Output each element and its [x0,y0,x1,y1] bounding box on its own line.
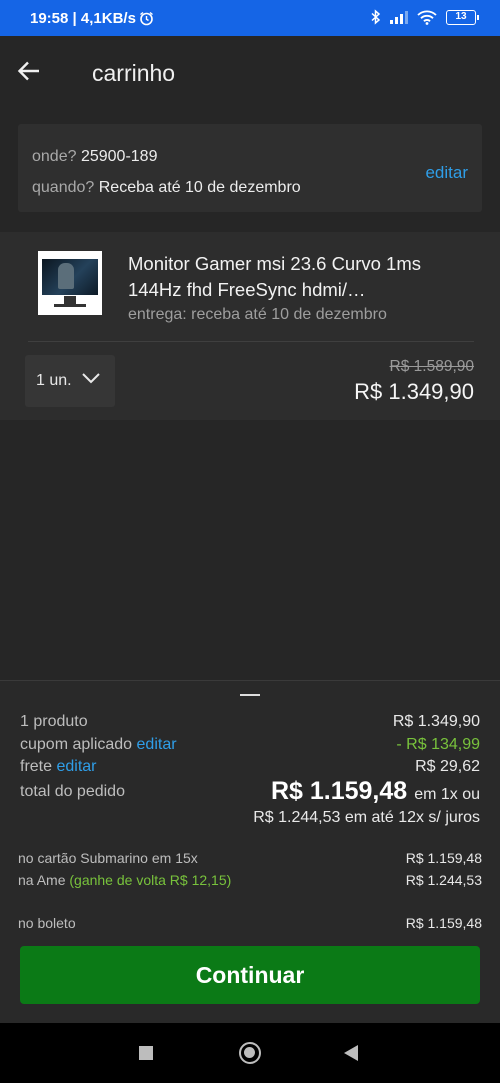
status-icons: 13 [371,9,479,25]
divider [28,341,474,342]
recents-icon[interactable] [139,1046,153,1060]
boleto-label: no boleto [18,915,76,931]
zipcode-line: onde? 25900-189 [32,148,157,166]
coupon-label: cupom aplicado [20,736,133,753]
system-nav-bar [0,1023,500,1083]
drag-handle[interactable] [240,694,260,696]
ame-value: R$ 1.244,53 [405,872,482,888]
back-icon[interactable] [344,1045,358,1061]
monitor-figure-graphic [58,263,74,289]
delivery-date-label: quando? [32,179,95,196]
ame-label: na Ame [18,872,66,888]
product-image[interactable] [38,251,102,315]
summary-coupon-row: cupom aplicado editar - R$ 134,99 [20,736,480,754]
total-line: R$ 1.159,48 em 1x ou [271,777,480,806]
product-delivery: entrega: receba até 10 de dezembro [128,306,387,323]
cart-item: Monitor Gamer msi 23.6 Curvo 1ms 144Hz f… [0,232,500,420]
status-time: 19:58 | 4,1KB/s [30,10,136,27]
battery-icon: 13 [446,9,479,25]
product-title[interactable]: Monitor Gamer msi 23.6 Curvo 1ms 144Hz f… [128,251,448,303]
page-title: carrinho [92,60,176,86]
zipcode-value: 25900-189 [80,148,158,165]
boleto-value: R$ 1.159,48 [405,915,482,931]
monitor-stand-graphic [64,296,76,304]
total-suffix: em 1x ou [414,786,480,803]
shipping-value: R$ 29,62 [415,758,480,775]
chevron-down-icon [82,373,100,384]
shipping-label: frete [20,758,53,775]
home-icon[interactable] [239,1042,261,1064]
payment-card-row: no cartão Submarino em 15x R$ 1.159,48 [18,850,482,866]
payment-ame-row: na Ame (ganhe de volta R$ 12,15) R$ 1.24… [18,872,482,888]
card-label: no cartão Submarino em 15x [18,850,198,866]
zipcode-label: onde? [32,148,77,165]
signal-icon [390,11,408,24]
products-value: R$ 1.349,90 [392,713,480,730]
edit-address-link[interactable]: editar [425,163,468,183]
bluetooth-icon [371,9,381,25]
app-bar: carrinho [0,36,500,108]
card-value: R$ 1.159,48 [405,850,482,866]
monitor-base-graphic [54,304,86,307]
ame-cashback: (ganhe de volta R$ 12,15) [69,872,232,888]
edit-coupon-link[interactable]: editar [137,736,177,753]
total-value: R$ 1.159,48 [270,777,408,805]
quantity-value: 1 un. [36,372,72,389]
continue-button[interactable]: Continuar [20,946,480,1004]
products-label: 1 produto [20,713,88,730]
wifi-icon [417,10,437,25]
delivery-date-value: Receba até 10 de dezembro [98,179,301,196]
arrow-left-icon[interactable] [16,58,42,84]
order-summary: 1 produto R$ 1.349,90 cupom aplicado edi… [0,680,500,1023]
product-price: R$ 1.349,90 [354,379,474,404]
summary-shipping-row: frete editar R$ 29,62 [20,758,480,776]
alarm-icon [140,11,153,26]
delivery-address-card: onde? 25900-189 quando? Receba até 10 de… [18,124,482,212]
summary-products-row: 1 produto R$ 1.349,90 [20,713,480,731]
payment-boleto-row: no boleto R$ 1.159,48 [18,915,482,931]
status-bar: 19:58 | 4,1KB/s 13 [0,0,500,36]
old-price: R$ 1.589,90 [389,358,474,375]
installments-text: R$ 1.244,53 em até 12x s/ juros [253,809,480,826]
coupon-value: - R$ 134,99 [396,736,480,753]
edit-shipping-link[interactable]: editar [56,758,96,775]
delivery-date-line: quando? Receba até 10 de dezembro [32,179,301,197]
quantity-select[interactable]: 1 un. [25,355,115,407]
